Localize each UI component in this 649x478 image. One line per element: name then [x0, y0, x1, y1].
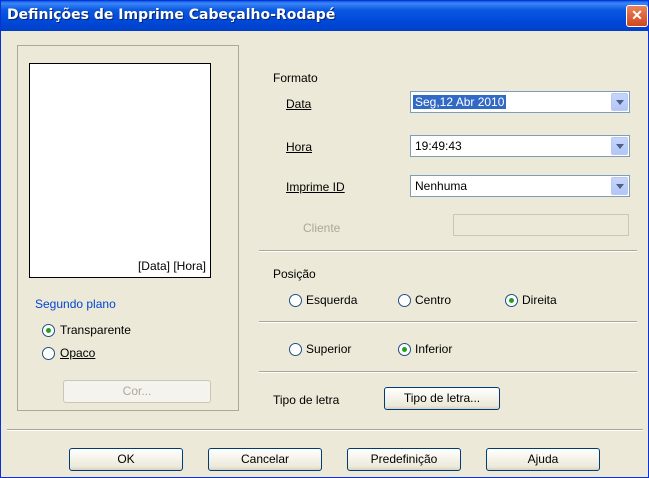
close-icon[interactable]: ✕ [626, 5, 648, 27]
divider [259, 250, 637, 252]
format-section-title: Formato [273, 71, 318, 85]
transparent-label[interactable]: Transparente [60, 323, 131, 337]
date-format-select[interactable]: Seg,12 Abr 2010 [410, 91, 630, 113]
left-label[interactable]: Esquerda [306, 293, 357, 307]
left-radio[interactable] [289, 294, 302, 307]
opaque-label[interactable]: Opaco [60, 346, 95, 360]
time-format-value: 19:49:43 [415, 139, 462, 153]
date-label: Data [286, 97, 312, 111]
color-button[interactable]: Cor... [63, 380, 211, 403]
opaque-radio[interactable] [42, 347, 55, 360]
window-title: Definições de Imprime Cabeçalho-Rodapé [7, 7, 336, 23]
printid-value: Nenhuma [415, 179, 468, 193]
dialog-window: Definições de Imprime Cabeçalho-Rodapé ✕… [0, 0, 649, 478]
chevron-down-icon[interactable] [611, 93, 628, 111]
preview-label: [Data] [Hora] [137, 259, 206, 273]
chevron-down-icon[interactable] [611, 137, 628, 155]
page-preview: [Data] [Hora] [29, 63, 211, 278]
title-bar: Definições de Imprime Cabeçalho-Rodapé ✕ [1, 1, 648, 31]
bottom-radio[interactable] [398, 343, 411, 356]
cancel-button[interactable]: Cancelar [208, 448, 322, 471]
background-section-title: Segundo plano [35, 297, 116, 311]
transparent-radio[interactable] [42, 324, 55, 337]
ok-button[interactable]: OK [69, 448, 183, 471]
time-label: Hora [286, 140, 313, 154]
right-radio[interactable] [505, 294, 518, 307]
divider [259, 321, 637, 323]
bottom-label[interactable]: Inferior [415, 342, 452, 356]
date-format-value: Seg,12 Abr 2010 [413, 95, 507, 109]
center-radio[interactable] [398, 294, 411, 307]
font-button[interactable]: Tipo de letra... [384, 387, 500, 410]
font-label: Tipo de letra [273, 393, 340, 407]
center-label[interactable]: Centro [415, 293, 451, 307]
help-button[interactable]: Ajuda [486, 448, 600, 471]
right-label[interactable]: Direita [522, 293, 557, 307]
printid-select[interactable]: Nenhuma [410, 175, 630, 197]
top-radio[interactable] [289, 343, 302, 356]
top-label[interactable]: Superior [306, 342, 351, 356]
position-section-title: Posição [273, 267, 316, 281]
time-format-select[interactable]: 19:49:43 [410, 135, 630, 157]
chevron-down-icon[interactable] [611, 177, 628, 195]
client-input[interactable] [453, 214, 629, 236]
client-label: Cliente [303, 221, 341, 235]
footer-divider [7, 429, 643, 431]
default-button[interactable]: Predefinição [347, 448, 461, 471]
printid-label: Imprime ID [286, 180, 345, 194]
divider [259, 371, 637, 373]
